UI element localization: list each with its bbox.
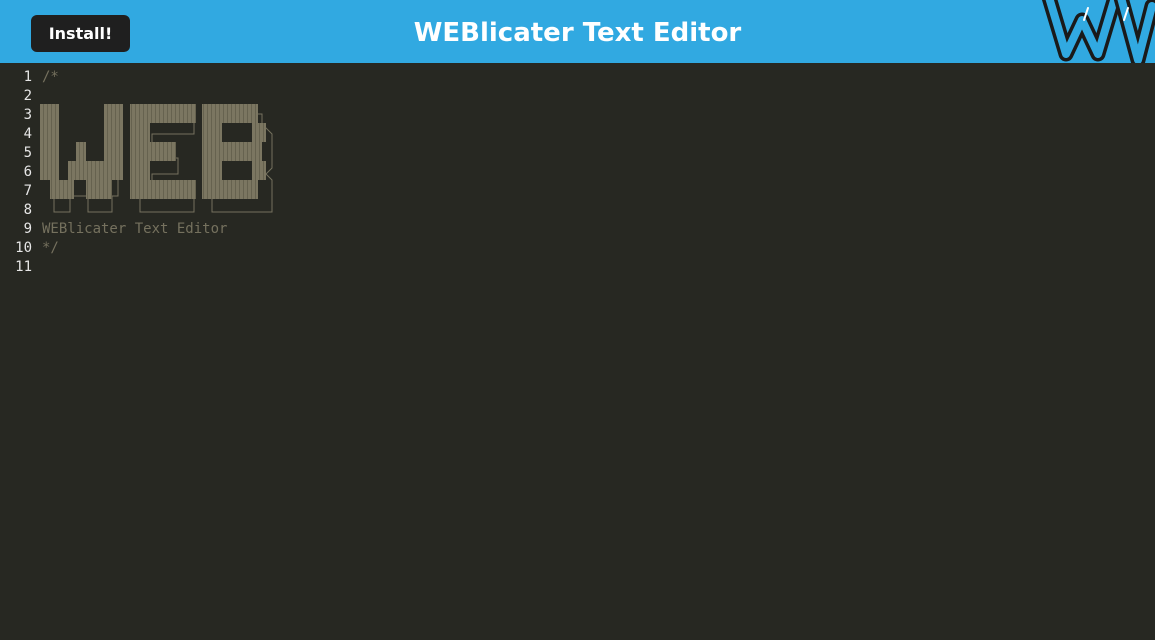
editor-line[interactable]: 11	[0, 258, 1155, 277]
line-number: 5	[23, 145, 32, 161]
w-logo-icon	[1040, 0, 1155, 63]
code-editor[interactable]: 1 /* 2 3 4 5 6 7 8 9 WEBlicater Text Edi…	[0, 63, 1155, 640]
line-number: 8	[23, 202, 32, 218]
line-text[interactable]: */	[42, 239, 59, 258]
line-number: 9	[23, 221, 32, 237]
line-number: 4	[23, 126, 32, 142]
line-number: 7	[23, 183, 32, 199]
line-number: 11	[15, 259, 32, 275]
navbar: WEBlicater Text Editor Install!	[0, 0, 1155, 63]
editor-line[interactable]: 1 /*	[0, 68, 1155, 87]
line-number: 10	[15, 240, 32, 256]
editor-line[interactable]: 10 */	[0, 239, 1155, 258]
line-number: 2	[23, 88, 32, 104]
line-text[interactable]: WEBlicater Text Editor	[42, 220, 227, 239]
line-number: 1	[23, 69, 32, 85]
ascii-art-web	[40, 104, 273, 213]
line-text[interactable]: /*	[42, 68, 59, 87]
install-button[interactable]: Install!	[31, 15, 130, 52]
line-number: 3	[23, 107, 32, 123]
app-title: WEBlicater Text Editor	[413, 18, 742, 48]
line-number: 6	[23, 164, 32, 180]
editor-line[interactable]: 9 WEBlicater Text Editor	[0, 220, 1155, 239]
